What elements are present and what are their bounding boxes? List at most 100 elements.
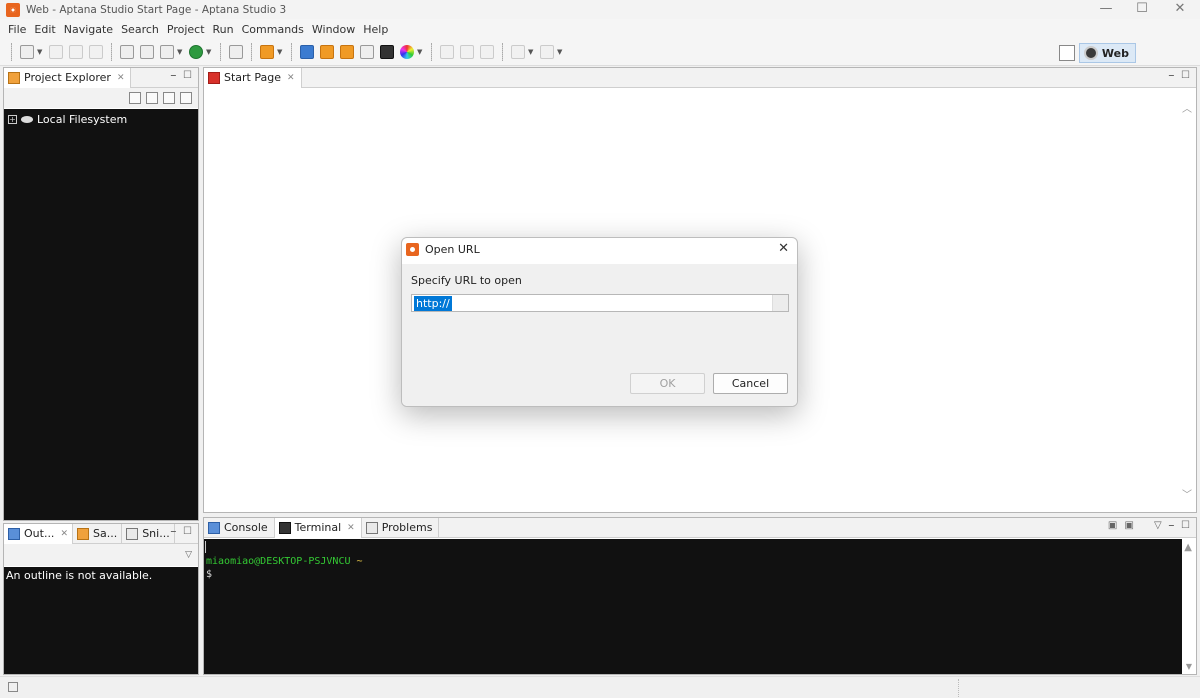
tab-samples[interactable]: Sa... [73, 523, 123, 544]
deploy-icon[interactable] [120, 45, 134, 59]
chevron-down-icon[interactable]: ▼ [557, 45, 563, 59]
outline-tab-label: Out... [24, 527, 55, 540]
screen-icon[interactable] [360, 45, 374, 59]
url-input[interactable]: http:// [411, 294, 789, 312]
new-file-icon[interactable] [20, 45, 34, 59]
tab-console[interactable]: Console [204, 517, 275, 538]
color-picker-icon[interactable] [400, 45, 414, 59]
view-menu-icon[interactable]: ▽ [185, 550, 192, 560]
dialog-titlebar: Open URL ✕ [402, 238, 797, 260]
menu-help[interactable]: Help [359, 23, 392, 36]
dialog-close-icon[interactable]: ✕ [778, 241, 789, 256]
terminal-prompt-line: miaomiao@DESKTOP-PSJVNCU ~ [204, 555, 1182, 568]
problems-icon [365, 521, 378, 534]
menu-run[interactable]: Run [209, 23, 238, 36]
expand-icon[interactable]: + [8, 114, 17, 124]
status-icon[interactable] [8, 682, 18, 692]
status-bar [0, 676, 1200, 698]
terminal-icon[interactable] [380, 45, 394, 59]
save-icon[interactable] [49, 45, 63, 59]
tab-snippets[interactable]: Sni... [122, 523, 175, 544]
debug-icon[interactable] [160, 45, 174, 59]
app-explorer-icon[interactable] [300, 45, 314, 59]
bottom-views-panel: Console Terminal ✕ Problems ▣ ▣ ▽ ⎯ ☐ mi… [203, 517, 1197, 675]
save-all-icon[interactable] [69, 45, 83, 59]
close-tab-icon[interactable]: ✕ [347, 523, 355, 533]
run-icon[interactable] [189, 45, 203, 59]
outline-icon [8, 527, 20, 540]
menu-edit[interactable]: Edit [30, 23, 59, 36]
menu-project[interactable]: Project [163, 23, 209, 36]
project-explorer-panel: Project Explorer ✕ ⎯ ☐ + Local Filesyste… [3, 67, 199, 521]
ok-button[interactable]: OK [630, 373, 705, 394]
block-icon[interactable] [460, 45, 474, 59]
tab-project-explorer[interactable]: Project Explorer ✕ [4, 67, 132, 88]
home-icon[interactable] [340, 45, 354, 59]
chevron-down-icon[interactable]: ▼ [528, 45, 534, 59]
maximize-button[interactable]: ☐ [1124, 0, 1160, 19]
git-icon[interactable] [229, 45, 243, 59]
chevron-down-icon[interactable]: ▼ [37, 45, 43, 59]
minimize-maximize-icon[interactable]: ▽ ⎯ ☐ [1154, 520, 1192, 531]
sync-icon[interactable] [140, 45, 154, 59]
forward-icon[interactable] [540, 45, 554, 59]
toolbar-separator [431, 43, 432, 61]
pen-icon[interactable] [440, 45, 454, 59]
terminal-content[interactable]: miaomiao@DESKTOP-PSJVNCU ~ $ [204, 539, 1182, 674]
paragraph-icon[interactable] [480, 45, 494, 59]
menu-navigate[interactable]: Navigate [60, 23, 117, 36]
cancel-button[interactable]: Cancel [713, 373, 788, 394]
terminal-actions-icon[interactable]: ▣ ▣ [1108, 520, 1136, 531]
close-tab-icon[interactable]: ✕ [287, 73, 295, 83]
link-editor-icon[interactable] [146, 92, 158, 104]
minimize-maximize-icon[interactable]: ⎯ ☐ [171, 526, 194, 537]
tab-start-page[interactable]: Start Page ✕ [204, 67, 302, 88]
close-tab-icon[interactable]: ✕ [60, 529, 68, 539]
view-menu-icon[interactable] [180, 92, 192, 104]
aptana-icon [406, 242, 419, 256]
terminal-scroll-down-icon[interactable]: ▼ [1186, 662, 1192, 671]
terminal-scroll-up-icon[interactable]: ▲ [1184, 542, 1192, 553]
open-perspective-icon[interactable] [1058, 45, 1075, 61]
web-perspective-icon [1083, 46, 1098, 60]
url-label: Specify URL to open [411, 274, 522, 287]
scroll-down-icon[interactable]: ﹀ [1182, 486, 1192, 501]
outline-panel: Out... ✕ Sa... Sni... ⎯ ☐ ▽ An outline i… [3, 523, 199, 675]
close-tab-icon[interactable]: ✕ [117, 73, 125, 83]
tab-terminal[interactable]: Terminal ✕ [274, 517, 362, 538]
menu-window[interactable]: Window [308, 23, 359, 36]
chevron-down-icon[interactable]: ▼ [177, 45, 183, 59]
samples-icon [76, 527, 89, 540]
menu-file[interactable]: File [4, 23, 30, 36]
hierarchy-icon[interactable] [320, 45, 334, 59]
new-project-icon[interactable] [163, 92, 175, 104]
dialog-body: Specify URL to open http:// OK Cancel [402, 264, 797, 406]
tree-item-local-filesystem[interactable]: + Local Filesystem [4, 111, 198, 127]
tab-problems[interactable]: Problems [362, 517, 440, 538]
start-page-icon [208, 71, 220, 84]
wand-icon[interactable] [260, 45, 274, 59]
print-icon[interactable] [89, 45, 103, 59]
web-perspective-label: Web [1101, 46, 1129, 60]
web-perspective-button[interactable]: Web [1078, 43, 1136, 63]
minimize-button[interactable]: — [1088, 0, 1124, 19]
toolbar-separator [220, 43, 221, 61]
menu-commands[interactable]: Commands [238, 23, 308, 36]
tab-outline[interactable]: Out... ✕ [4, 523, 73, 544]
aptana-app-icon [6, 2, 20, 17]
outline-content: An outline is not available. [4, 567, 198, 674]
minimize-maximize-icon[interactable]: ⎯ ☐ [1169, 70, 1192, 81]
bottom-views-header: Console Terminal ✕ Problems ▣ ▣ ▽ ⎯ ☐ [204, 517, 1196, 538]
chevron-down-icon[interactable]: ▼ [417, 45, 423, 59]
collapse-all-icon[interactable] [129, 92, 141, 104]
minimize-maximize-icon[interactable]: ⎯ ☐ [171, 70, 194, 81]
dialog-title: Open URL [425, 242, 480, 256]
back-icon[interactable] [511, 45, 525, 59]
chevron-down-icon[interactable]: ▼ [206, 45, 212, 59]
menu-search[interactable]: Search [117, 23, 163, 36]
close-window-button[interactable]: ✕ [1162, 0, 1198, 19]
url-input-value: http:// [414, 296, 452, 311]
chevron-down-icon[interactable]: ▼ [277, 45, 283, 59]
project-tree: + Local Filesystem [4, 109, 198, 520]
scroll-up-icon[interactable]: ︿ [1182, 100, 1192, 115]
